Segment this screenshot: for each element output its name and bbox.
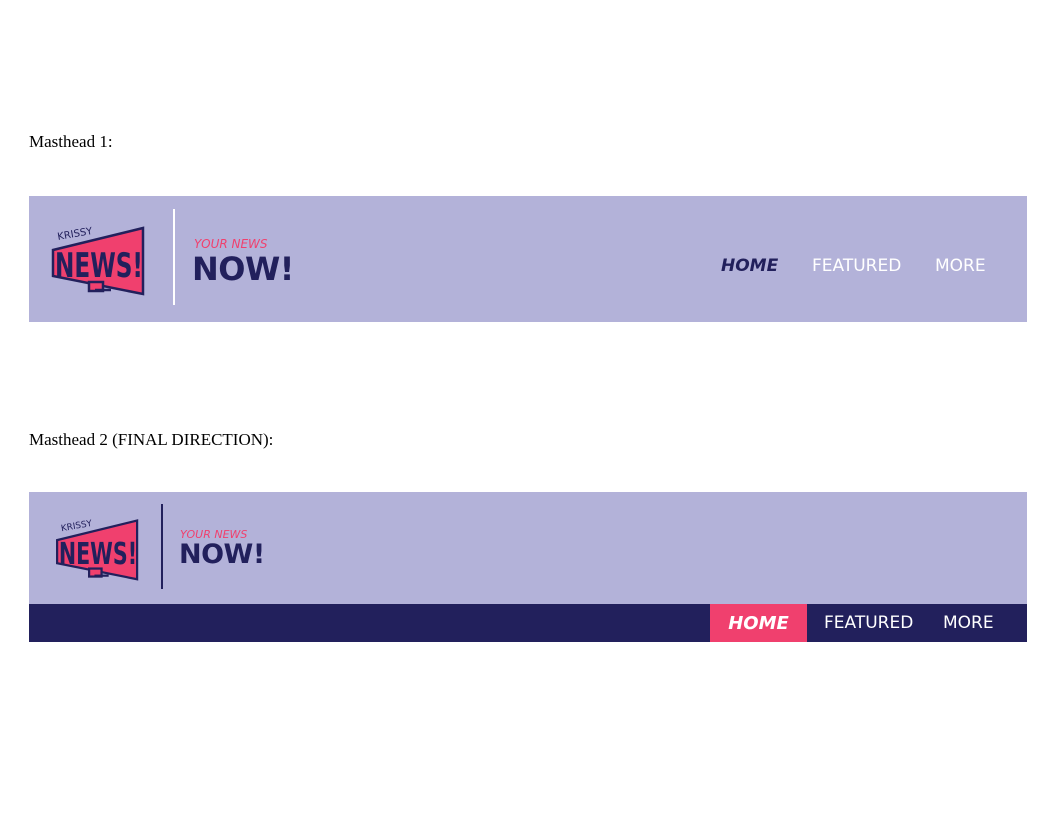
masthead-1: KRISSY NEWS! YOUR NEWS NOW! HOME FEATURE…: [29, 196, 1027, 322]
masthead-1-label: Masthead 1:: [29, 132, 113, 151]
masthead-2: KRISSY NEWS! YOUR NEWS NOW!: [29, 492, 1027, 604]
logo-main-text: NEWS!: [55, 246, 143, 286]
nav-featured-link[interactable]: FEATURED: [812, 256, 901, 276]
nav-featured-tab[interactable]: FEATURED: [824, 604, 913, 642]
brand-headline: NOW!: [192, 250, 294, 288]
masthead-2-label: Masthead 2 (FINAL DIRECTION):: [29, 430, 274, 449]
nav-more-link[interactable]: MORE: [935, 256, 986, 276]
logo-divider-2: [161, 504, 163, 589]
brand-tagline: YOUR NEWS: [194, 237, 268, 251]
megaphone-logo-icon-2[interactable]: KRISSY NEWS!: [55, 517, 141, 581]
logo-divider: [173, 209, 175, 305]
logo-main-text-2: NEWS!: [59, 537, 137, 572]
nav-more-tab[interactable]: MORE: [943, 604, 994, 642]
nav-home-tab[interactable]: HOME: [710, 604, 807, 642]
nav-home-link[interactable]: HOME: [721, 256, 778, 276]
brand-headline-2: NOW!: [179, 539, 265, 570]
megaphone-logo-icon[interactable]: KRISSY NEWS!: [51, 224, 147, 296]
